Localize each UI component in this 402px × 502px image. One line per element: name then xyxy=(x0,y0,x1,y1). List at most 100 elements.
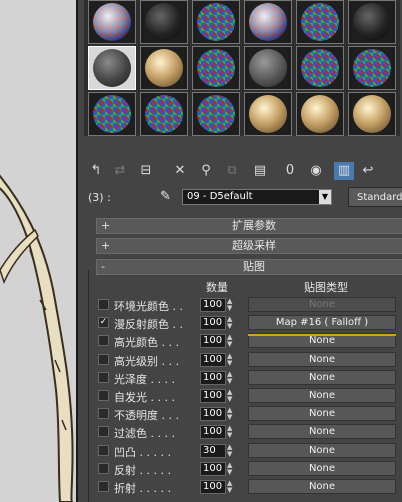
map-row: 反射 . . . . . 100 ▲ ▼ None xyxy=(98,460,402,478)
map-channel-label: 不透明度 . . . xyxy=(114,409,179,423)
eyedropper-icon[interactable]: ✎ xyxy=(160,189,171,204)
spinner-arrows-icon[interactable]: ▲ ▼ xyxy=(227,316,235,330)
material-slot[interactable] xyxy=(348,46,396,90)
map-amount-spinner[interactable]: 100 xyxy=(200,461,226,476)
map-amount-spinner[interactable]: 30 xyxy=(200,443,226,458)
spinner-arrows-icon[interactable]: ▲ ▼ xyxy=(227,425,235,439)
map-amount-spinner[interactable]: 100 xyxy=(200,298,226,312)
material-slot[interactable] xyxy=(140,0,188,44)
spinner-arrows-icon[interactable]: ▲ ▼ xyxy=(227,389,235,403)
material-preview-sphere xyxy=(301,95,339,133)
map-slot-button[interactable]: None xyxy=(248,460,396,476)
map-amount-spinner[interactable]: 100 xyxy=(200,480,226,494)
map-enable-checkbox[interactable] xyxy=(98,371,109,383)
copy-material-icon[interactable]: ⚲ xyxy=(196,162,216,180)
material-id-label: 0 xyxy=(285,163,295,178)
put-to-library-icon[interactable]: ▤ xyxy=(250,162,270,180)
material-slot[interactable] xyxy=(296,92,344,136)
material-preview-sphere xyxy=(353,3,391,41)
chevron-down-icon[interactable]: ▼ xyxy=(319,190,331,204)
map-amount-spinner[interactable]: 100 xyxy=(200,425,226,440)
map-enable-checkbox[interactable] xyxy=(98,335,109,347)
material-preview-sphere xyxy=(353,95,391,133)
map-slot-button[interactable]: None xyxy=(248,297,396,312)
map-channel-label: 漫反射颜色 . . xyxy=(114,318,183,332)
material-slot[interactable] xyxy=(348,92,396,136)
map-channel-label: 凹凸 . . . . . xyxy=(114,445,171,459)
material-slot[interactable] xyxy=(88,0,136,44)
material-slot[interactable] xyxy=(192,92,240,136)
show-end-result-icon[interactable]: ▥ xyxy=(334,162,354,180)
material-preview-sphere xyxy=(249,49,287,87)
material-slot[interactable] xyxy=(140,46,188,90)
reset-icon[interactable]: ✕ xyxy=(170,162,190,180)
get-material-icon[interactable]: ↰ xyxy=(86,162,106,180)
material-name-dropdown[interactable]: 09 - D5efault ▼ xyxy=(182,189,332,205)
material-type-button[interactable]: Standard xyxy=(348,187,402,207)
material-slot[interactable] xyxy=(244,0,292,44)
map-row: 过滤色 . . . . 100 ▲ ▼ None xyxy=(98,424,402,441)
material-preview-sphere xyxy=(93,49,131,87)
map-amount-spinner[interactable]: 100 xyxy=(200,389,226,403)
spinner-arrows-icon[interactable]: ▲ ▼ xyxy=(227,461,235,476)
material-slot[interactable] xyxy=(296,46,344,90)
map-slot-button[interactable]: None xyxy=(248,388,396,403)
map-enable-checkbox[interactable] xyxy=(98,390,109,401)
map-enable-checkbox[interactable] xyxy=(98,481,109,492)
spinner-arrows-icon[interactable]: ▲ ▼ xyxy=(227,352,235,367)
material-slot[interactable] xyxy=(348,0,396,44)
material-id-channel-icon[interactable]: 0 xyxy=(280,162,300,180)
spinner-arrows-icon[interactable]: ▲ ▼ xyxy=(227,407,235,421)
material-slot[interactable] xyxy=(244,46,292,90)
material-preview-sphere xyxy=(145,3,183,41)
map-slot-button[interactable]: None xyxy=(248,442,396,458)
map-enable-checkbox[interactable]: ✓ xyxy=(98,317,109,329)
spinner-arrows-icon[interactable]: ▲ ▼ xyxy=(227,443,235,458)
map-slot-button[interactable]: None xyxy=(248,479,396,494)
map-amount-spinner[interactable]: 100 xyxy=(200,352,226,367)
spinner-arrows-icon[interactable]: ▲ ▼ xyxy=(227,480,235,494)
go-to-parent-icon[interactable]: ↩ xyxy=(358,162,378,180)
map-amount-spinner[interactable]: 100 xyxy=(200,334,226,349)
map-amount-spinner[interactable]: 100 xyxy=(200,370,226,385)
material-slot[interactable] xyxy=(296,0,344,44)
material-preview-sphere xyxy=(353,49,391,87)
spinner-arrows-icon[interactable]: ▲ ▼ xyxy=(227,334,235,348)
map-enable-checkbox[interactable] xyxy=(98,353,109,365)
material-preview-sphere xyxy=(145,49,183,87)
material-slot[interactable] xyxy=(88,92,136,136)
viewport[interactable] xyxy=(0,0,78,502)
material-slot[interactable] xyxy=(88,46,136,90)
map-slot-button[interactable]: Map #16 ( Falloff ) xyxy=(248,315,396,331)
rollout-extended-params[interactable]: + 扩展参数 xyxy=(96,218,402,234)
map-enable-checkbox[interactable] xyxy=(98,444,109,456)
material-slot[interactable] xyxy=(244,92,292,136)
material-slot[interactable] xyxy=(192,0,240,44)
spinner-arrows-icon[interactable]: ▲ ▼ xyxy=(227,298,235,312)
map-enable-checkbox[interactable] xyxy=(98,408,109,420)
active-map-indicator xyxy=(248,334,396,336)
assign-material-icon[interactable]: ⊟ xyxy=(136,162,156,180)
material-preview-sphere xyxy=(197,95,235,133)
rollout-supersampling[interactable]: + 超级采样 xyxy=(96,238,402,254)
map-amount-spinner[interactable]: 100 xyxy=(200,316,226,331)
map-enable-checkbox[interactable] xyxy=(98,299,109,310)
map-slot-button[interactable]: None xyxy=(248,406,396,422)
material-preview-sphere xyxy=(93,95,131,133)
show-map-icon[interactable]: ◉ xyxy=(306,162,326,180)
put-to-scene-icon[interactable]: ⇄ xyxy=(110,162,130,180)
material-slot[interactable] xyxy=(192,46,240,90)
map-slot-button[interactable]: None xyxy=(248,351,396,367)
map-enable-checkbox[interactable] xyxy=(98,426,109,438)
map-channel-label: 自发光 . . . . xyxy=(114,391,175,404)
material-preview-sphere xyxy=(145,95,183,133)
map-slot-button[interactable]: None xyxy=(248,424,396,440)
map-amount-spinner[interactable]: 100 xyxy=(200,407,226,422)
map-enable-checkbox[interactable] xyxy=(98,462,109,474)
spinner-arrows-icon[interactable]: ▲ ▼ xyxy=(227,370,235,385)
make-unique-icon[interactable]: ⧉ xyxy=(222,162,242,180)
material-name-value: 09 - D5efault xyxy=(187,191,253,202)
material-slot[interactable] xyxy=(140,92,188,136)
map-slot-button[interactable]: None xyxy=(248,369,396,385)
material-preview-sphere xyxy=(93,3,131,41)
